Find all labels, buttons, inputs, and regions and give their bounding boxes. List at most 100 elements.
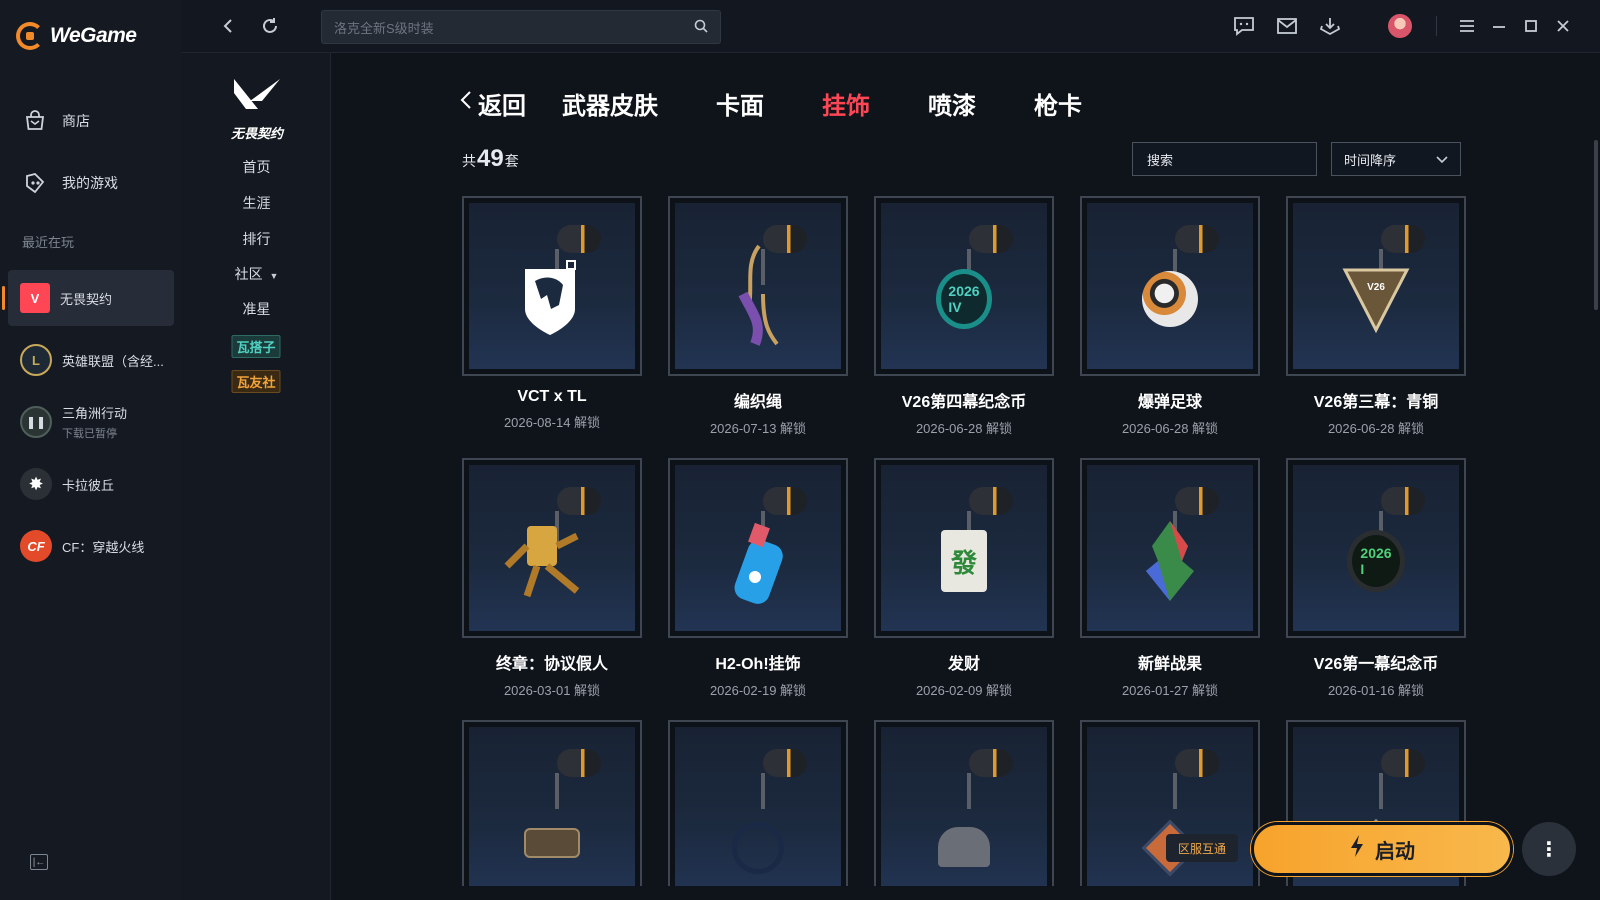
charm-card[interactable] [668, 720, 848, 886]
tab-charms[interactable]: 挂饰 [822, 86, 870, 121]
svg-text:V26: V26 [1367, 282, 1385, 293]
chat-icon[interactable] [1232, 14, 1256, 38]
region-interop-badge[interactable]: 区服互通 [1166, 834, 1239, 862]
more-options-icon[interactable]: ⋮ [1522, 822, 1576, 876]
recent-game-valorant[interactable]: V 无畏契约 [2, 270, 174, 326]
recent-game-cf[interactable]: CF CF：穿越火线 [8, 518, 174, 574]
charm-thumbnail[interactable] [874, 720, 1054, 886]
gamenav-item-home[interactable]: 首页 [182, 157, 331, 177]
charm-thumbnail[interactable]: 2026 IV [874, 196, 1054, 376]
chevron-down-icon [1436, 152, 1448, 167]
download-icon[interactable] [1318, 14, 1342, 38]
refresh-icon[interactable] [258, 14, 282, 38]
wegame-logo[interactable]: WeGame [16, 22, 137, 50]
collapse-sidebar-icon[interactable]: |← [30, 854, 48, 870]
mail-icon[interactable] [1275, 14, 1299, 38]
minimize-icon[interactable] [1487, 14, 1511, 38]
charm-card[interactable]: VCT x TL 2026-08-14 解锁 [462, 196, 642, 431]
sidebar-item-my-games[interactable]: 我的游戏 [22, 170, 118, 196]
charm-badge-icon [524, 788, 580, 858]
maximize-icon[interactable] [1519, 14, 1543, 38]
gamenav-item-ranking[interactable]: 排行 [182, 229, 331, 249]
back-button[interactable]: 返回 [460, 86, 526, 121]
sidebar-item-label: 商店 [62, 113, 90, 129]
gamenav-item-community[interactable]: 社区 ▼ [182, 264, 331, 284]
charm-card[interactable]: 爆弹足球 2026-06-28 解锁 [1080, 196, 1260, 437]
wadazi-badge[interactable]: 瓦搭子 [231, 335, 281, 358]
charm-image: 2026 I [1293, 465, 1459, 631]
search-icon[interactable] [694, 19, 708, 36]
charm-card[interactable]: 终章：协议假人 2026-03-01 解锁 [462, 458, 642, 699]
game-name: 无畏契约 [60, 291, 113, 307]
charm-horse-icon [517, 259, 587, 339]
sort-select[interactable]: 时间降序 [1331, 142, 1461, 176]
tab-weapon-skins[interactable]: 武器皮肤 [562, 86, 658, 121]
global-search-input[interactable]: 洛克全新S级时装 [321, 10, 721, 44]
charm-image [675, 465, 841, 631]
charm-card[interactable]: 编织绳 2026-07-13 解锁 [668, 196, 848, 437]
charm-card[interactable]: 2026 I V26第一幕纪念币 2026-01-16 解锁 [1286, 458, 1466, 699]
charm-creature-icon [938, 779, 990, 867]
recent-game-lol[interactable]: L 英雄联盟（含经... [8, 332, 174, 388]
charm-card[interactable] [462, 720, 642, 886]
charm-thumbnail[interactable]: 發 [874, 458, 1054, 638]
charm-thumbnail[interactable] [462, 720, 642, 886]
recent-game-delta-force[interactable]: ❚❚ 三角洲行动 下载已暂停 [8, 394, 174, 450]
charm-card[interactable]: 2026 IV V26第四幕纪念币 2026-06-28 解锁 [874, 196, 1054, 437]
charm-coin-teal-icon: 2026 IV [936, 269, 992, 329]
charm-thumbnail[interactable] [668, 458, 848, 638]
charm-image [1087, 727, 1253, 886]
back-arrow-icon[interactable] [216, 14, 240, 38]
game-name: CF：穿越火线 [62, 539, 145, 555]
wayoushe-badge[interactable]: 瓦友社 [231, 370, 281, 393]
charm-clip-icon [1175, 749, 1219, 777]
tab-cards[interactable]: 卡面 [716, 86, 764, 121]
item-search-label: 搜索 [1147, 152, 1174, 168]
charm-card[interactable]: H2-Oh!挂饰 2026-02-19 解锁 [668, 458, 848, 699]
charm-thumbnail[interactable] [668, 196, 848, 376]
charm-clip-icon [1381, 487, 1425, 515]
recent-game-strinova[interactable]: ✸ 卡拉彼丘 [8, 456, 174, 512]
charm-image: 2026 IV [881, 203, 1047, 369]
charm-clip-icon [1175, 225, 1219, 253]
charm-thumbnail[interactable] [668, 720, 848, 886]
charm-clip-icon [969, 225, 1013, 253]
game-name: 三角洲行动 [62, 406, 128, 421]
tab-gun-cards[interactable]: 枪卡 [1034, 86, 1082, 121]
charm-thumbnail[interactable]: V26 [1286, 196, 1466, 376]
charm-thumbnail[interactable] [1080, 196, 1260, 376]
category-tabs: 返回 武器皮肤 卡面 挂饰 喷漆 枪卡 [460, 85, 1140, 121]
item-search-input[interactable]: 搜索 [1132, 142, 1317, 176]
sort-label: 时间降序 [1344, 152, 1397, 168]
charm-card[interactable]: 發发财 2026-02-09 解锁 [874, 458, 1054, 699]
gamenav-item-crosshair[interactable]: 准星 [182, 299, 331, 319]
charm-clip-icon [557, 749, 601, 777]
charm-unlock-date: 2026-02-19 解锁 [709, 683, 807, 698]
sidebar: WeGame 商店 我的游戏 最近在玩 V 无畏契约 L 英雄联盟（含经... … [0, 0, 182, 900]
avatar[interactable] [1388, 14, 1412, 38]
launch-button[interactable]: 启动 [1251, 822, 1513, 876]
close-icon[interactable] [1551, 14, 1575, 38]
lol-icon: L [20, 344, 52, 376]
gamepad-icon [22, 170, 48, 196]
sidebar-item-label: 我的游戏 [62, 175, 118, 191]
gamenav-item-label: 社区 [234, 266, 263, 282]
charm-card[interactable] [874, 720, 1054, 886]
charm-thumbnail[interactable] [1080, 458, 1260, 638]
charm-image: 發 [881, 465, 1047, 631]
charm-thumbnail[interactable] [462, 458, 642, 638]
charm-card[interactable]: 新鲜战果 2026-01-27 解锁 [1080, 458, 1260, 699]
charm-thumbnail[interactable]: 2026 I [1286, 458, 1466, 638]
sidebar-item-store[interactable]: 商店 [22, 108, 90, 134]
charm-card[interactable]: V26 V26第三幕：青铜 2026-06-28 解锁 [1286, 196, 1466, 437]
tab-sprays[interactable]: 喷漆 [928, 86, 976, 121]
charm-thumbnail[interactable] [462, 196, 642, 376]
valorant-logo[interactable]: 无畏契约 [222, 75, 292, 142]
search-placeholder: 洛克全新S级时装 [334, 20, 434, 36]
charm-triangle-icon: V26 [1341, 264, 1411, 334]
scrollbar[interactable] [1594, 140, 1598, 310]
count-prefix: 共 [462, 153, 476, 169]
gamenav-item-career[interactable]: 生涯 [182, 193, 331, 213]
menu-icon[interactable] [1455, 14, 1479, 38]
chevron-left-icon [460, 90, 472, 116]
